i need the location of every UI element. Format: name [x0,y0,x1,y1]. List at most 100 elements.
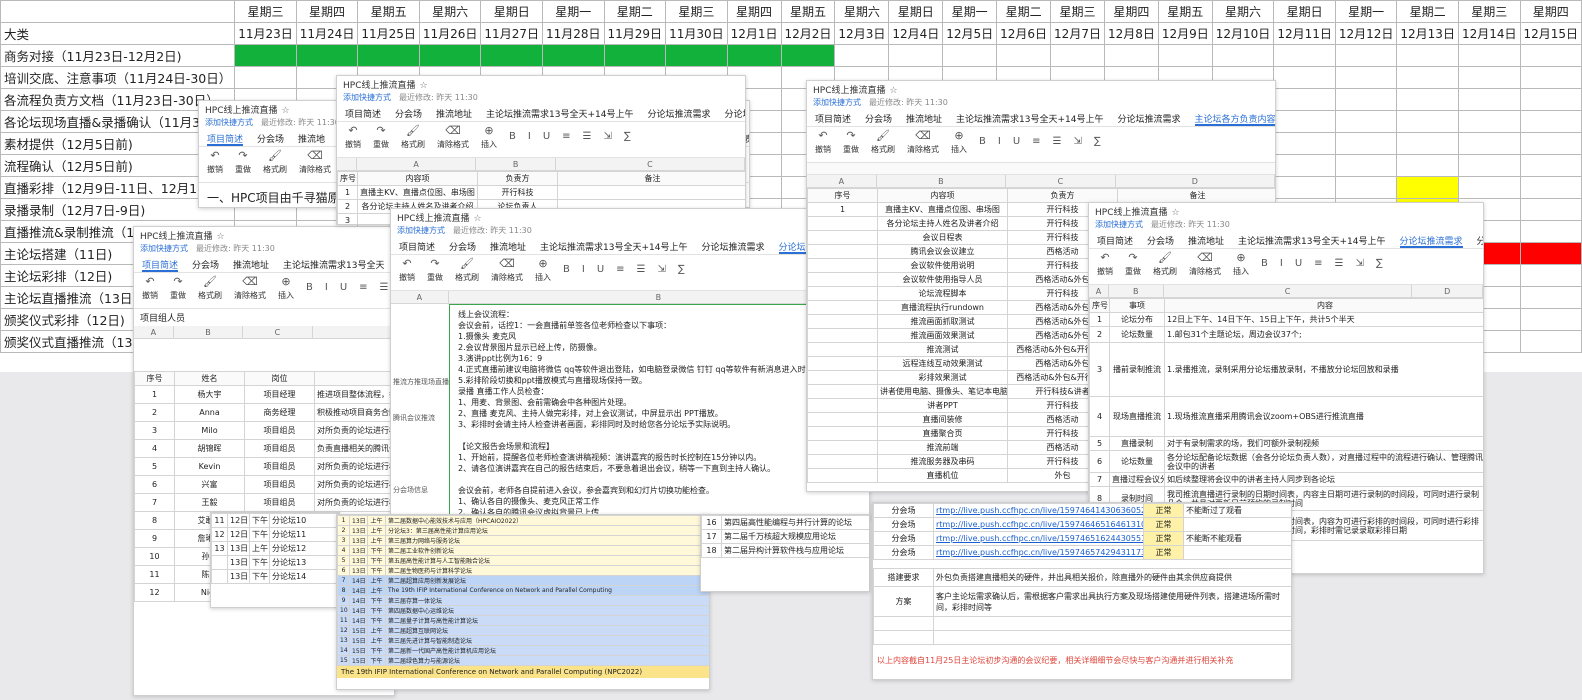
table-cell[interactable] [807,384,878,399]
toolbar-button[interactable]: 🖌 格式刷 [198,276,222,301]
toolbar-button[interactable]: ⊕ 插入 [481,125,497,150]
date-cell[interactable]: 11月24日 [295,22,359,45]
column-letter[interactable]: A [807,175,877,187]
toolbar-button[interactable]: ⌫ 清除格式 [299,150,331,175]
schedule-cell[interactable] [1457,66,1521,89]
table-cell[interactable]: 不能断过了观看 [1183,503,1291,518]
table-cell[interactable]: 第二届超算应用创新发展论坛 [385,575,709,586]
window-stream-addresses[interactable]: 分会场 rtmp://live.push.ccfhpc.cn/live/15974… [872,502,1292,680]
table-cell[interactable] [807,328,878,343]
formula-bar[interactable] [807,163,1275,175]
table-cell[interactable]: 积极推动项目商务合同并快 [314,403,394,422]
format-icon[interactable]: U [543,131,550,142]
schedule-cell[interactable] [1334,66,1398,89]
sheet-tab[interactable]: 主论坛推流需求13号全天+14号上午 [540,240,687,254]
add-shortcut-link[interactable]: 添加快捷方式 [1095,220,1143,229]
table-cell[interactable]: 项目组员 [244,439,315,458]
sheet-tab[interactable]: 分论坛推流需求 [1399,234,1463,248]
format-icon[interactable]: B [1261,258,1268,269]
date-cell[interactable]: 12月15日 [1519,22,1582,45]
schedule-cell[interactable] [1396,154,1459,177]
schedule-cell[interactable] [996,44,1052,67]
table-cell[interactable]: 下午 [367,615,386,626]
table-cell[interactable]: 各分论坛配备论坛数据（会各分论坛负责人数），对直播过程中的流程进行确认、管理腾讯… [1164,450,1483,473]
toolbar-button[interactable]: ↶ 撤销 [1097,252,1113,277]
table-cell[interactable]: 正常 [1143,545,1184,560]
schedule-cell[interactable] [1273,44,1336,67]
table-cell[interactable]: 对所负责的论坛进行相关沟 [314,493,394,512]
format-icon[interactable]: B [979,136,986,147]
table-cell[interactable]: 3 [134,421,175,440]
table-cell[interactable]: 不能断不能观看 [1183,531,1291,546]
schedule-cell[interactable] [1273,88,1336,111]
schedule-cell[interactable] [942,44,998,67]
schedule-cell[interactable] [1273,176,1336,199]
schedule-cell[interactable] [1396,110,1459,133]
table-cell[interactable]: 2 [134,403,175,422]
schedule-cell[interactable] [1273,132,1336,155]
sheet-tab[interactable]: 推流地址 [436,107,472,121]
weekday-cell[interactable]: 星期日 [888,0,944,23]
sheet-tab[interactable]: 分论坛推流需求 [1118,112,1181,126]
table-cell[interactable]: 13 [337,635,350,646]
table-cell[interactable] [1183,517,1291,532]
weekday-cell[interactable]: 星期五 [357,0,420,23]
schedule-cell[interactable] [1519,308,1582,331]
table-cell[interactable] [807,230,878,245]
weekday-cell[interactable]: 星期二 [603,0,667,23]
schedule-cell[interactable] [665,44,728,67]
weekday-cell[interactable]: 星期四 [1519,0,1582,23]
table-cell[interactable]: 分会场 [873,545,934,560]
table-cell[interactable]: 开行科技 [477,185,558,200]
sheet-tab[interactable]: 主论坛推流需求13号全天+14号上午 [1238,234,1385,248]
table-cell[interactable]: 8 [337,585,350,596]
schedule-cell[interactable] [541,44,605,67]
toolbar-button[interactable]: ⊕ 插入 [951,130,967,155]
date-cell[interactable]: 12月2日 [780,22,836,45]
sheet-tab[interactable]: 分论坛各方负责内容 [1477,234,1483,248]
table-cell[interactable]: 会议软件使用指导人员 [877,272,1008,287]
sheet-tab[interactable]: 分论坛推流需求 [648,107,711,121]
schedule-cell[interactable] [295,44,359,67]
table-cell[interactable]: 14日 [349,575,368,586]
format-icon[interactable]: I [582,264,585,275]
add-shortcut-link[interactable]: 添加快捷方式 [813,98,861,107]
task-label[interactable]: 商务对接（11月23日-12月2日) [0,44,236,67]
format-icon[interactable]: ∑ [624,131,631,142]
format-icon[interactable]: ≡ [616,264,624,275]
toolbar-button[interactable]: ⊕ 插入 [278,276,294,301]
table-cell[interactable] [211,569,228,584]
table-cell[interactable]: 直播主KV、直播点位图、串场图 [877,202,1008,217]
add-shortcut-link[interactable]: 添加快捷方式 [140,244,188,253]
table-cell[interactable]: Milo [174,421,245,440]
schedule-cell[interactable] [1519,88,1582,111]
table-cell[interactable]: 播前录制推流 [1109,342,1165,397]
toolbar-button[interactable]: ⌫ 清除格式 [491,258,523,283]
table-cell[interactable]: 论坛流程脚本 [877,286,1008,301]
schedule-cell[interactable] [1334,88,1398,111]
schedule-cell[interactable] [1103,44,1159,67]
table-cell[interactable] [807,244,878,259]
table-cell[interactable]: 15日 [349,635,368,646]
table-cell[interactable]: 讲者使用电脑、摄像头、笔记本电脑 [877,384,1008,399]
toolbar-button[interactable]: ↶ 撤销 [815,130,831,155]
table-cell[interactable]: 现场直播推流 [1109,396,1165,437]
table-cell[interactable]: 6 [134,475,175,494]
table-cell[interactable]: 正常 [1143,531,1184,546]
table-cell[interactable]: 13日 [349,555,368,566]
sheet-tab[interactable]: 主论坛各方负责内容 [1194,112,1275,126]
table-cell[interactable]: 7 [337,575,350,586]
table-cell[interactable]: 第五届高性能计算与人工智能融合论坛 [385,555,709,566]
sheet-tab[interactable]: 主论坛推流需求13号全天+14号上午 [956,112,1103,126]
table-cell[interactable]: 12日 [227,527,250,542]
table-cell[interactable]: 下午 [249,513,270,528]
column-letter[interactable]: B [1109,285,1164,297]
table-cell[interactable]: 下午 [249,555,270,570]
table-cell[interactable]: 18 [701,543,722,558]
format-icon[interactable]: U [597,264,604,275]
table-cell[interactable]: 上午 [367,535,386,546]
table-cell[interactable]: 第三届先进计算与智能制造论坛 [385,635,709,646]
table-cell[interactable]: 直播流程执行rundown [877,300,1008,315]
table-cell[interactable]: 推流服务器及串码 [877,454,1008,469]
table-cell[interactable]: Kevin [174,457,245,476]
